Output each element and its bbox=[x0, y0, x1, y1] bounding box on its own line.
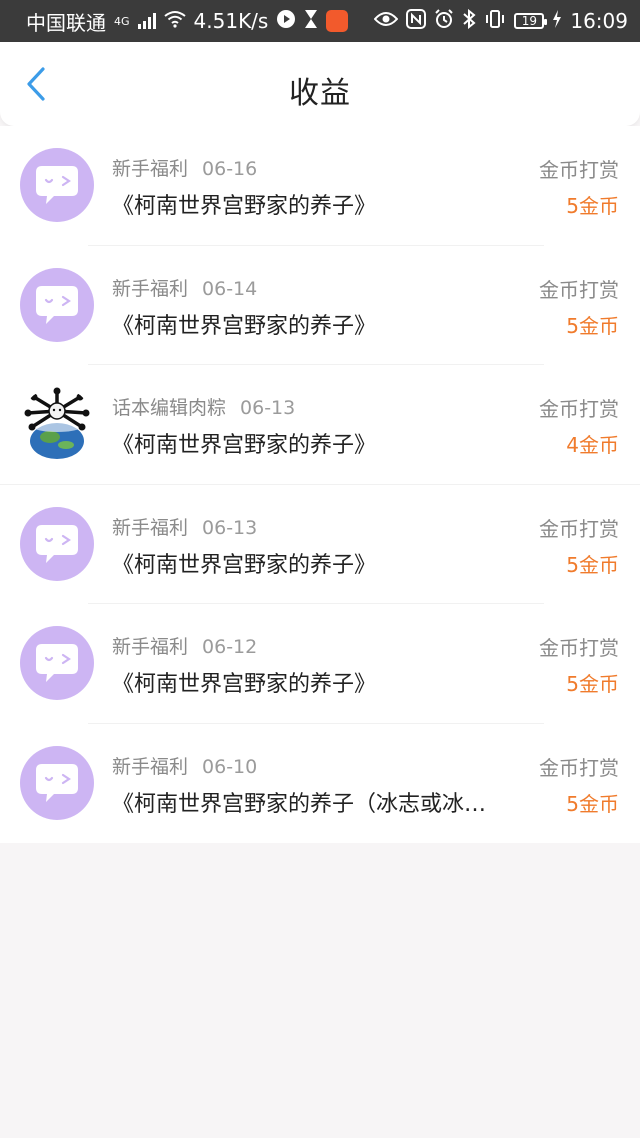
record-type: 金币打赏 bbox=[539, 516, 619, 541]
record-book-title: 《柯南世界宫野家的养子（冰志或冰… bbox=[112, 791, 487, 817]
app-notification-icon bbox=[326, 10, 349, 32]
record-date: 06-14 bbox=[202, 277, 258, 300]
record-date: 06-13 bbox=[202, 516, 258, 539]
clock: 16:09 bbox=[570, 9, 628, 33]
alarm-icon bbox=[434, 9, 454, 33]
nfc-icon bbox=[406, 9, 427, 33]
record-date: 06-16 bbox=[202, 158, 258, 180]
record-book-title: 《柯南世界宫野家的养子》 bbox=[112, 194, 377, 219]
record-date: 06-10 bbox=[202, 755, 258, 778]
earnings-row[interactable]: 新手福利 06-13 《柯南世界宫野家的养子》 金币打赏 5金币 bbox=[0, 485, 640, 604]
user-avatar bbox=[20, 387, 94, 461]
record-date: 06-13 bbox=[240, 397, 296, 419]
status-bar: 中国联通 4G 4.51K/s 19 16:09 bbox=[0, 0, 640, 42]
user-photo-icon bbox=[24, 387, 90, 459]
record-source: 新手福利 bbox=[112, 516, 189, 539]
signal-icon bbox=[137, 13, 156, 29]
record-source: 新手福利 bbox=[112, 277, 189, 300]
record-meta: 新手福利 06-12 bbox=[112, 632, 257, 659]
record-meta: 新手福利 06-16 bbox=[112, 154, 257, 181]
record-amount: 5金币 bbox=[566, 313, 619, 338]
record-amount: 5金币 bbox=[566, 552, 619, 577]
record-book-title: 《柯南世界宫野家的养子》 bbox=[112, 552, 377, 578]
record-meta: 新手福利 06-13 bbox=[112, 513, 257, 540]
battery-icon: 19 bbox=[514, 13, 548, 29]
eye-icon bbox=[374, 11, 399, 31]
battery-level: 19 bbox=[521, 14, 537, 28]
charging-icon bbox=[552, 10, 562, 32]
earnings-row[interactable]: 新手福利 06-14 《柯南世界宫野家的养子》 金币打赏 5金币 bbox=[0, 246, 640, 365]
chat-bubble-icon bbox=[20, 506, 94, 581]
network-speed-label: 4.51K/s bbox=[193, 9, 269, 33]
record-source: 话本编辑肉粽 bbox=[112, 397, 227, 419]
earnings-row[interactable]: 新手福利 06-12 《柯南世界宫野家的养子》 金币打赏 5金币 bbox=[0, 604, 640, 724]
carrier-label: 中国联通 bbox=[26, 10, 106, 35]
chat-bubble-icon bbox=[20, 626, 94, 700]
play-icon bbox=[276, 9, 296, 33]
record-date: 06-12 bbox=[202, 636, 258, 658]
record-amount: 5金币 bbox=[566, 194, 619, 218]
hourglass-icon bbox=[304, 9, 318, 33]
record-type: 金币打赏 bbox=[539, 277, 619, 302]
bluetooth-icon bbox=[462, 8, 476, 33]
record-amount: 4金币 bbox=[566, 433, 619, 457]
record-source: 新手福利 bbox=[112, 158, 189, 180]
record-amount: 5金币 bbox=[566, 791, 619, 816]
chat-bubble-icon bbox=[20, 148, 94, 222]
record-book-title: 《柯南世界宫野家的养子》 bbox=[112, 433, 377, 458]
record-type: 金币打赏 bbox=[539, 158, 619, 182]
record-book-title: 《柯南世界宫野家的养子》 bbox=[112, 313, 377, 339]
record-source: 新手福利 bbox=[112, 755, 189, 778]
record-meta: 话本编辑肉粽 06-13 bbox=[112, 393, 295, 420]
wifi-icon bbox=[163, 10, 186, 32]
page-header: 收益 bbox=[0, 42, 640, 126]
chat-bubble-icon bbox=[20, 745, 94, 820]
record-amount: 5金币 bbox=[566, 672, 619, 696]
record-type: 金币打赏 bbox=[539, 397, 619, 421]
record-meta: 新手福利 06-14 bbox=[112, 274, 257, 301]
record-source: 新手福利 bbox=[112, 636, 189, 658]
chat-bubble-icon bbox=[20, 267, 94, 342]
record-type: 金币打赏 bbox=[539, 755, 619, 780]
record-book-title: 《柯南世界宫野家的养子》 bbox=[112, 672, 377, 697]
record-meta: 新手福利 06-10 bbox=[112, 752, 257, 779]
earnings-list: 新手福利 06-16 《柯南世界宫野家的养子》 金币打赏 5金币 新手福利 06-1… bbox=[0, 126, 640, 843]
page-title: 收益 bbox=[289, 76, 351, 111]
vibrate-icon bbox=[484, 9, 506, 33]
earnings-row[interactable]: 新手福利 06-10 《柯南世界宫野家的养子（冰志或冰… 金币打赏 5金币 bbox=[0, 724, 640, 844]
network-type-label: 4G bbox=[114, 14, 130, 28]
record-type: 金币打赏 bbox=[539, 636, 619, 660]
earnings-row[interactable]: 话本编辑肉粽 06-13 《柯南世界宫野家的养子》 金币打赏 4金币 bbox=[0, 365, 640, 485]
earnings-row[interactable]: 新手福利 06-16 《柯南世界宫野家的养子》 金币打赏 5金币 bbox=[0, 126, 640, 246]
